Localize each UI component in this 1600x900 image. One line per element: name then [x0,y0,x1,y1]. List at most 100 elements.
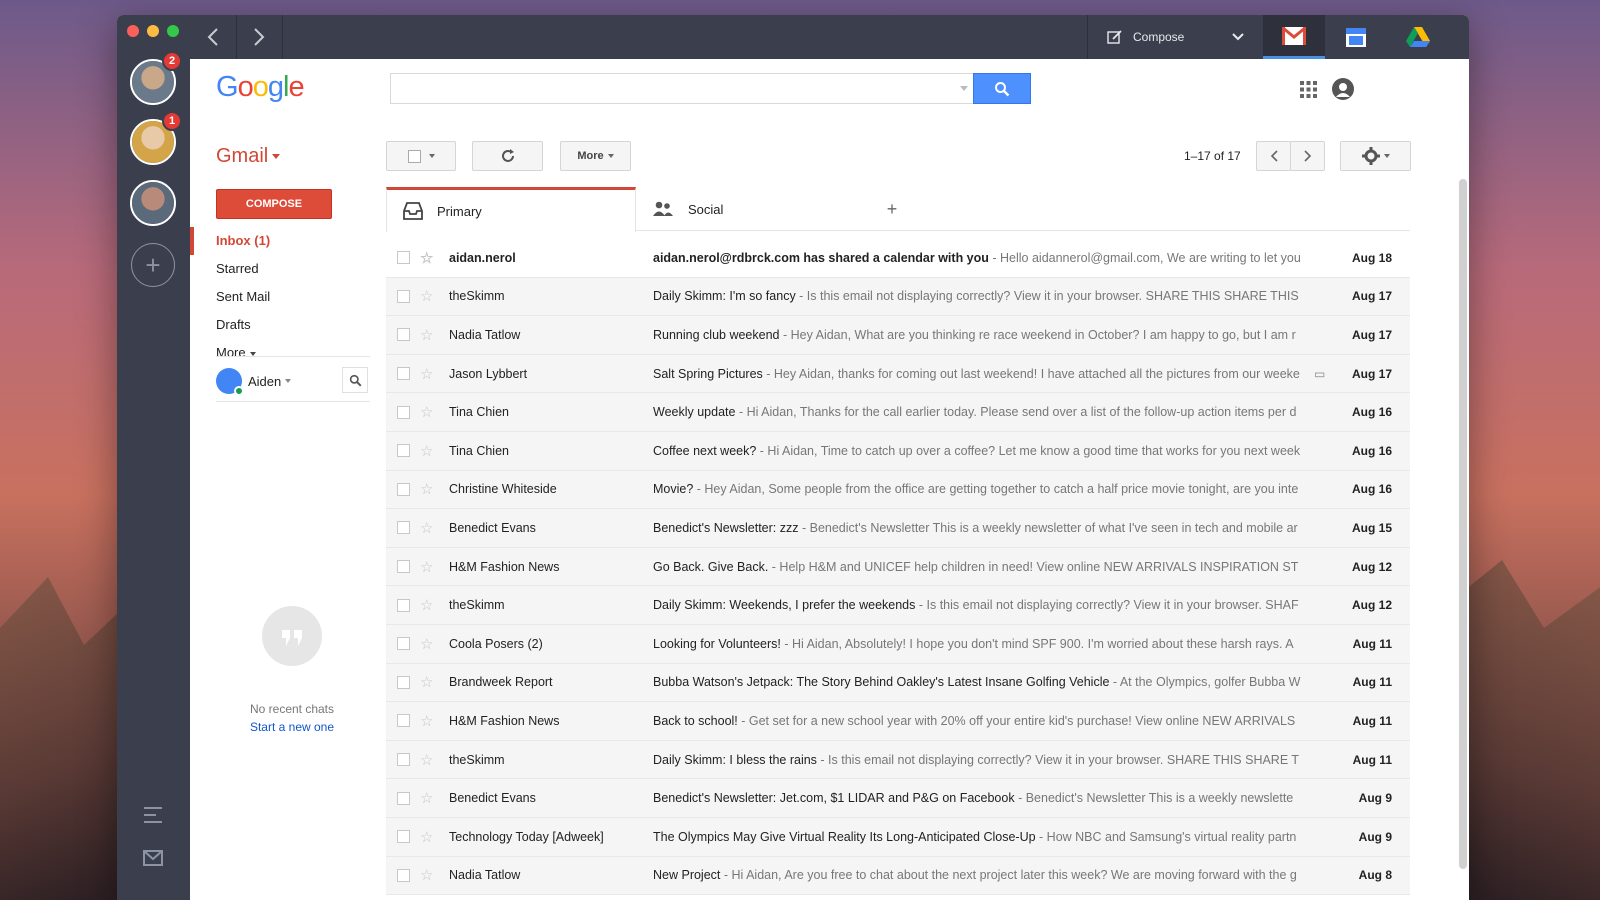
select-checkbox-dropdown[interactable] [386,141,456,171]
email-checkbox[interactable] [397,675,410,689]
chat-search-button[interactable] [342,367,368,393]
gear-icon [1361,147,1380,165]
more-actions-button[interactable]: More [560,141,631,171]
google-logo[interactable]: Google [216,71,305,104]
email-checkbox[interactable] [397,251,410,265]
email-row[interactable]: ☆ Christine Whiteside Movie? - Hey Aidan, … [386,470,1410,510]
tab-social[interactable]: Social [636,187,882,231]
caret-down-icon [1383,154,1390,158]
email-row[interactable]: ☆ Nadia Tatlow Running club weekend - Hey … [386,316,1410,355]
email-checkbox[interactable] [397,367,410,381]
star-icon[interactable]: ☆ [420,365,436,383]
email-checkbox[interactable] [397,482,410,496]
calendar-app-tab[interactable] [1325,15,1387,59]
settings-button[interactable] [1340,141,1411,171]
star-icon[interactable]: ☆ [420,442,436,460]
gmail-product-switcher[interactable]: Gmail [216,145,281,168]
sidebar-item-starred[interactable]: Starred [190,255,380,283]
tab-primary[interactable]: Primary [386,187,636,232]
star-icon[interactable]: ☆ [420,519,436,537]
google-apps-icon[interactable] [1300,81,1317,103]
star-icon[interactable]: ☆ [420,480,436,498]
email-row[interactable]: ☆ theSkimm Daily Skimm: I bless the rains … [386,740,1410,780]
email-subject: Benedict's Newsletter: Jet.com, $1 LIDAR… [653,791,1015,806]
email-row[interactable]: ☆ Technology Today [Adweek] The Olympics M… [386,817,1410,857]
email-row[interactable]: ☆ Benedict Evans Benedict's Newsletter: Je… [386,779,1410,818]
minimize-window-button[interactable] [147,25,159,37]
email-sender: H&M Fashion News [449,559,560,574]
email-checkbox[interactable] [397,637,410,651]
star-icon[interactable]: ☆ [420,635,436,653]
search-button[interactable] [973,73,1031,104]
email-snippet: - How NBC and Samsung's virtual reality … [1035,829,1297,844]
mail-icon[interactable] [142,848,164,868]
email-checkbox[interactable] [397,753,410,767]
star-icon[interactable]: ☆ [420,789,436,807]
sidebar-item-drafts[interactable]: Drafts [190,311,380,339]
account-avatar-icon[interactable] [1332,78,1354,100]
email-row[interactable]: ☆ Coola Posers (2) Looking for Volunteers!… [386,624,1410,664]
email-checkbox[interactable] [397,791,410,805]
close-window-button[interactable] [127,25,139,37]
email-row[interactable]: ☆ Benedict Evans Benedict's Newsletter: zz… [386,509,1410,548]
email-row[interactable]: ☆ Nadia Tatlow New Project - Hi Aidan, Are… [386,856,1410,896]
star-icon[interactable]: ☆ [420,558,436,576]
email-row[interactable]: ☆ H&M Fashion News Go Back. Give Back. - H… [386,547,1410,587]
sidebar-item-inbox[interactable]: Inbox (1) [190,227,380,255]
email-subject-line: Back to school! - Get set for a new scho… [653,714,1305,728]
email-checkbox[interactable] [397,405,410,419]
scrollbar[interactable] [1459,179,1467,869]
star-icon[interactable]: ☆ [420,287,436,305]
add-account-button[interactable]: + [131,243,175,287]
email-row[interactable]: ☆ Tina Chien Weekly update - Hi Aidan, Tha… [386,393,1410,432]
refresh-button[interactable] [472,141,543,171]
titlebar-compose-button[interactable]: Compose [1095,15,1215,59]
email-snippet: - Is this email not displaying correctly… [915,598,1299,613]
older-button[interactable] [1290,141,1325,171]
sidebar-item-sent-mail[interactable]: Sent Mail [190,283,380,311]
email-checkbox[interactable] [397,560,410,574]
gmail-app-tab[interactable] [1263,15,1325,59]
compose-button[interactable]: COMPOSE [216,189,332,219]
email-row[interactable]: ☆ theSkimm Daily Skimm: Weekends, I prefer… [386,586,1410,625]
email-row[interactable]: ☆ theSkimm Daily Skimm: I'm so fancy - Is … [386,277,1410,317]
drive-app-tab[interactable] [1387,15,1449,59]
email-checkbox[interactable] [397,328,410,342]
email-row[interactable]: ☆ Jason Lybbert Salt Spring Pictures - Hey… [386,354,1410,394]
email-checkbox[interactable] [397,714,410,728]
start-new-chat-link[interactable]: Start a new one [216,720,368,734]
back-button[interactable] [190,15,236,59]
email-row[interactable]: ☆ H&M Fashion News Back to school! - Get s… [386,702,1410,741]
email-checkbox[interactable] [397,598,410,612]
star-icon[interactable]: ☆ [420,596,436,614]
email-row[interactable]: ☆ aidan.nerol aidan.nerol@rdbrck.com has s… [386,239,1410,278]
email-checkbox[interactable] [397,830,410,844]
star-icon[interactable]: ☆ [420,866,436,884]
compose-dropdown-button[interactable] [1215,15,1261,59]
star-icon[interactable]: ☆ [420,326,436,344]
email-row[interactable]: ☆ Tina Chien Coffee next week? - Hi Aidan,… [386,431,1410,471]
star-icon[interactable]: ☆ [420,249,436,267]
menu-list-icon[interactable] [142,805,164,825]
search-input[interactable] [391,74,951,103]
email-checkbox[interactable] [397,289,410,303]
search-options-caret-icon[interactable] [960,86,968,91]
add-tab-button[interactable]: + [882,187,902,231]
star-icon[interactable]: ☆ [420,403,436,421]
newer-button[interactable] [1256,141,1291,171]
maximize-window-button[interactable] [167,25,179,37]
star-icon[interactable]: ☆ [420,751,436,769]
account-avatar-3[interactable] [130,180,176,226]
star-icon[interactable]: ☆ [420,712,436,730]
star-icon[interactable]: ☆ [420,828,436,846]
gmail-header: Google [190,59,1469,119]
email-snippet: - Is this email not displaying correctly… [816,752,1300,767]
email-checkbox[interactable] [397,868,410,882]
chevron-right-icon [254,28,265,46]
chat-user-status[interactable]: Aiden [216,363,368,399]
email-checkbox[interactable] [397,521,410,535]
star-icon[interactable]: ☆ [420,673,436,691]
email-row[interactable]: ☆ Brandweek Report Bubba Watson's Jetpack:… [386,663,1410,703]
email-checkbox[interactable] [397,444,410,458]
forward-button[interactable] [236,15,282,59]
